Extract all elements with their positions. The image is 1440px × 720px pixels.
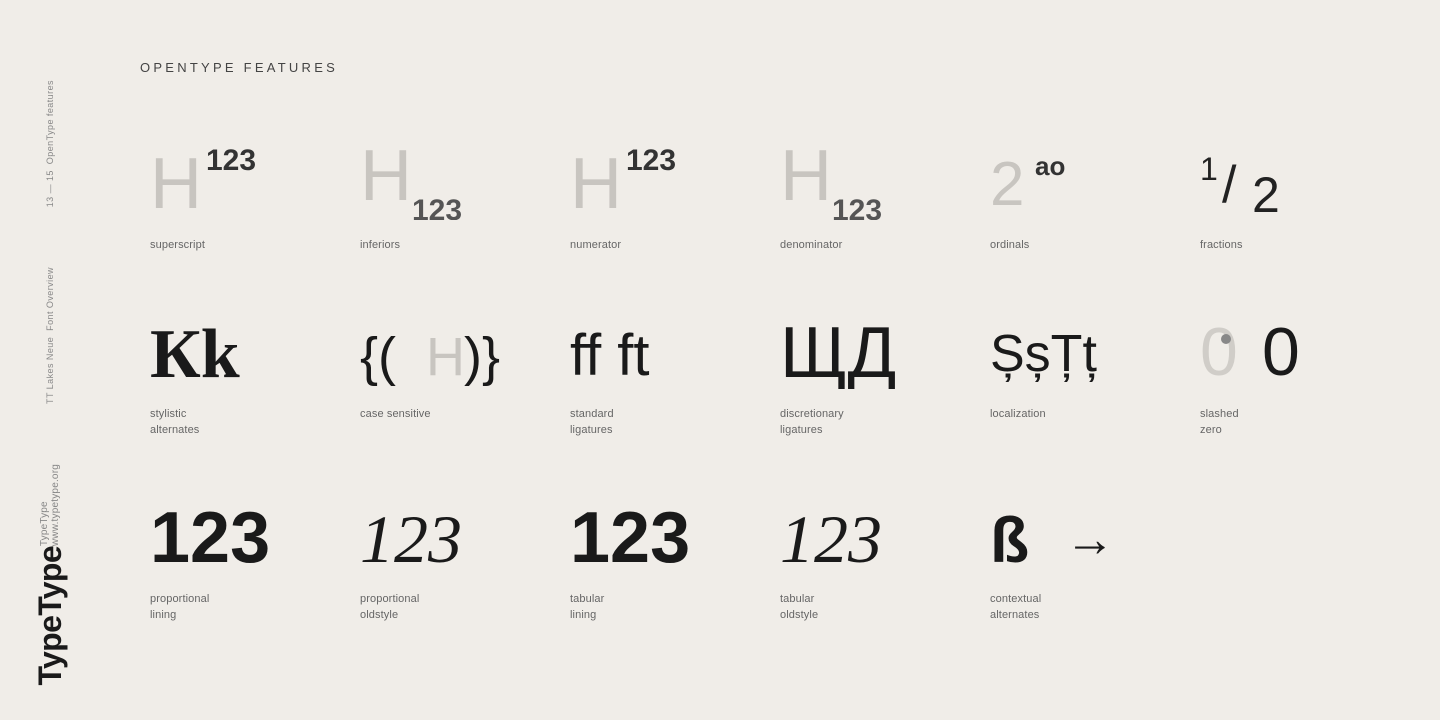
feature-label-tabular-oldstyle: tabular oldstyle <box>780 591 818 624</box>
feature-stylistic-alternates: Кk stylistic alternates <box>140 284 350 469</box>
svg-text:ȘșȚț: ȘșȚț <box>990 325 1097 383</box>
glyph-numerator: H 123 <box>570 125 710 225</box>
feature-label-proportional-oldstyle: proportional oldstyle <box>360 591 419 624</box>
svg-text:{(: {( <box>360 327 396 387</box>
svg-text:123: 123 <box>150 498 270 574</box>
svg-text:H: H <box>426 327 465 387</box>
svg-text:H: H <box>360 136 412 216</box>
svg-text:123: 123 <box>832 194 882 220</box>
feature-label-discretionary-ligatures: discretionary ligatures <box>780 406 844 439</box>
glyph-slashed-zero: 0 0 <box>1200 294 1330 394</box>
feature-tabular-lining: 123 tabular lining <box>560 469 770 654</box>
feature-label-inferiors: inferiors <box>360 237 400 254</box>
svg-text:H: H <box>570 144 622 220</box>
feature-label-slashed-zero: slashed zero <box>1200 406 1239 439</box>
svg-text:123: 123 <box>626 144 676 177</box>
svg-text:ao: ao <box>1035 151 1065 181</box>
feature-label-fractions: fractions <box>1200 237 1243 254</box>
sidebar-top: 13 — 15 OpenType features TT Lakes Neue … <box>39 80 61 546</box>
typetype-logo: TypeType <box>32 546 69 686</box>
svg-text:0: 0 <box>1262 314 1300 389</box>
feature-superscript: H 123 superscript <box>140 115 350 284</box>
svg-text:H: H <box>150 144 202 220</box>
glyph-discretionary-ligatures: ЩД <box>780 294 920 394</box>
glyph-stylistic-alternates: Кk <box>150 294 280 394</box>
svg-text:ß: ß <box>990 504 1029 574</box>
feature-ordinals: 2 ao ordinals <box>980 115 1190 284</box>
svg-text:)}: )} <box>464 327 500 387</box>
glyph-tabular-lining: 123 <box>570 479 710 579</box>
glyph-standard-ligatures: ff ft <box>570 294 720 394</box>
svg-text:ЩД: ЩД <box>780 313 896 389</box>
svg-text:Кk: Кk <box>150 316 240 389</box>
feature-proportional-oldstyle: 123 proportional oldstyle <box>350 469 560 654</box>
feature-case-sensitive: {( H )} case sensitive <box>350 284 560 469</box>
svg-text:2: 2 <box>1252 167 1280 220</box>
glyph-superscript: H 123 <box>150 125 290 225</box>
page-title: OPENTYPE FEATURES <box>140 60 1400 75</box>
feature-standard-ligatures: ff ft standard ligatures <box>560 284 770 469</box>
sidebar-page-info: 13 — 15 OpenType features <box>45 80 55 207</box>
sidebar-brand-info: TypeType www.typetype.org <box>39 464 61 546</box>
feature-label-standard-ligatures: standard ligatures <box>570 406 614 439</box>
feature-label-denominator: denominator <box>780 237 842 254</box>
feature-tabular-oldstyle: 123 tabular oldstyle <box>770 469 980 654</box>
glyph-proportional-oldstyle: 123 <box>360 479 500 579</box>
feature-label-stylistic-alternates: stylistic alternates <box>150 406 199 439</box>
svg-text:123: 123 <box>780 501 882 574</box>
feature-discretionary-ligatures: ЩД discretionary ligatures <box>770 284 980 469</box>
glyph-case-sensitive: {( H )} <box>360 294 510 394</box>
svg-text:123: 123 <box>206 144 256 177</box>
svg-text:0: 0 <box>1200 314 1238 389</box>
svg-text:→: → <box>1065 511 1115 567</box>
feature-proportional-lining: 123 proportional lining <box>140 469 350 654</box>
sidebar-logo: TypeType <box>32 546 69 686</box>
glyph-ordinals: 2 ao <box>990 125 1130 225</box>
svg-text:1: 1 <box>1200 151 1218 187</box>
sidebar-font-info: TT Lakes Neue Font Overview <box>45 267 55 404</box>
glyph-denominator: H 123 <box>780 125 920 225</box>
svg-text:H: H <box>780 136 832 216</box>
svg-text:/: / <box>1222 156 1237 214</box>
feature-label-superscript: superscript <box>150 237 205 254</box>
svg-text:ff ft: ff ft <box>570 323 650 388</box>
feature-localization: ȘșȚț localization <box>980 284 1190 469</box>
feature-inferiors: H 123 inferiors <box>350 115 560 284</box>
feature-fractions: 1 / 2 fractions <box>1190 115 1400 284</box>
main-content: OPENTYPE FEATURES H 123 superscript H 12… <box>140 60 1400 654</box>
svg-text:123: 123 <box>570 498 690 574</box>
svg-text:123: 123 <box>360 501 462 574</box>
glyph-tabular-oldstyle: 123 <box>780 479 920 579</box>
glyph-fractions: 1 / 2 <box>1200 125 1320 225</box>
glyph-inferiors: H 123 <box>360 125 500 225</box>
glyph-proportional-lining: 123 <box>150 479 290 579</box>
features-grid: H 123 superscript H 123 inferiors <box>140 115 1400 654</box>
feature-label-proportional-lining: proportional lining <box>150 591 209 624</box>
svg-text:123: 123 <box>412 194 462 220</box>
feature-contextual-alternates: ß → contextual alternates <box>980 469 1190 654</box>
feature-label-numerator: numerator <box>570 237 621 254</box>
feature-slashed-zero: 0 0 slashed zero <box>1190 284 1400 469</box>
svg-text:2: 2 <box>990 150 1024 219</box>
feature-numerator: H 123 numerator <box>560 115 770 284</box>
feature-label-contextual-alternates: contextual alternates <box>990 591 1041 624</box>
sidebar: 13 — 15 OpenType features TT Lakes Neue … <box>0 0 100 720</box>
feature-denominator: H 123 denominator <box>770 115 980 284</box>
feature-label-tabular-lining: tabular lining <box>570 591 604 624</box>
glyph-contextual-alternates: ß → <box>990 479 1150 579</box>
feature-label-localization: localization <box>990 406 1046 423</box>
feature-label-case-sensitive: case sensitive <box>360 406 431 423</box>
glyph-localization: ȘșȚț <box>990 294 1150 394</box>
feature-label-ordinals: ordinals <box>990 237 1029 254</box>
